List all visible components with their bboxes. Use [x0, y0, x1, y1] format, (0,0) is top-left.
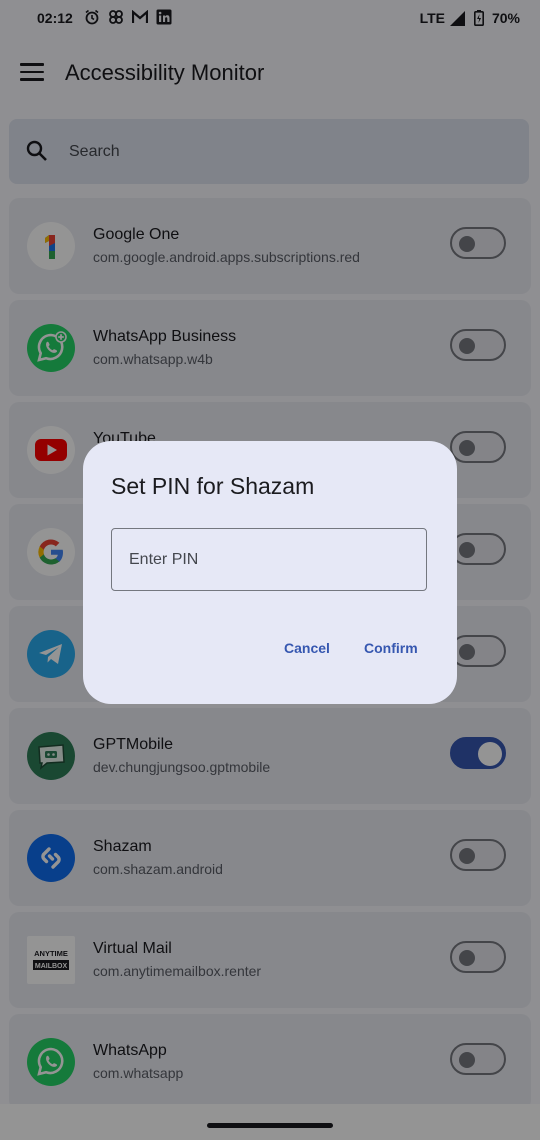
confirm-button[interactable]: Confirm [358, 636, 424, 660]
pin-input[interactable] [111, 528, 427, 591]
cancel-button[interactable]: Cancel [278, 636, 336, 660]
set-pin-dialog: Set PIN for Shazam Cancel Confirm [83, 441, 457, 704]
dialog-title: Set PIN for Shazam [111, 473, 315, 499]
app-screen: 02:12 LTE 70% Accessibility Monitor Sear… [0, 0, 540, 1140]
